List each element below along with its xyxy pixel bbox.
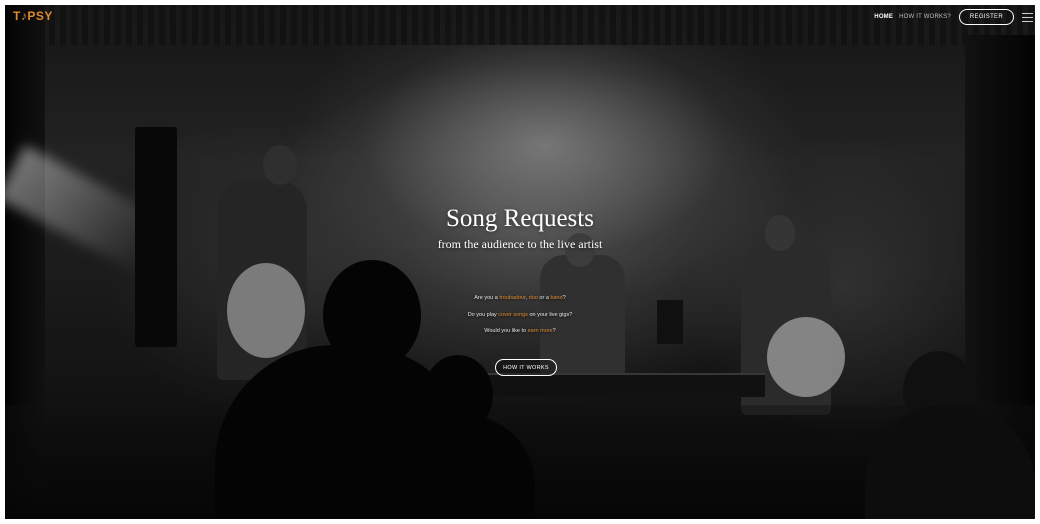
logo-text-end: PSY	[27, 9, 53, 23]
logo-text-start: T	[13, 9, 21, 23]
duo-link[interactable]: duo	[529, 295, 538, 301]
page-frame: T♪PSY HOME HOW IT WORKS? REGISTER Song R…	[5, 5, 1035, 519]
hamburger-menu-icon[interactable]	[1022, 12, 1033, 22]
dark-overlay	[5, 5, 1035, 519]
hero-question-artist-type: Are you a troubadour, duo or a band?	[474, 295, 566, 301]
hero-subtitle: from the audience to the live artist	[437, 237, 603, 251]
nav-home-link[interactable]: HOME	[874, 14, 893, 20]
troubadour-link[interactable]: troubadour	[499, 295, 525, 301]
top-navigation: HOME HOW IT WORKS? REGISTER	[874, 6, 1033, 28]
hero-question-cover-songs: Do you play cover songs on your live gig…	[467, 312, 573, 318]
hero-background-image	[5, 5, 1035, 519]
hero-question-earn-more: Would you like to earn more?	[484, 328, 556, 334]
band-link[interactable]: band	[550, 295, 562, 301]
nav-how-it-works-link[interactable]: HOW IT WORKS?	[899, 14, 951, 20]
earn-more-link[interactable]: earn more	[528, 328, 553, 334]
cover-songs-link[interactable]: cover songs	[498, 312, 528, 318]
register-button[interactable]: REGISTER	[958, 9, 1014, 25]
how-it-works-button[interactable]: HOW IT WORKS	[495, 359, 557, 376]
tipsy-logo[interactable]: T♪PSY	[13, 9, 53, 23]
hero-title: Song Requests	[446, 205, 594, 232]
